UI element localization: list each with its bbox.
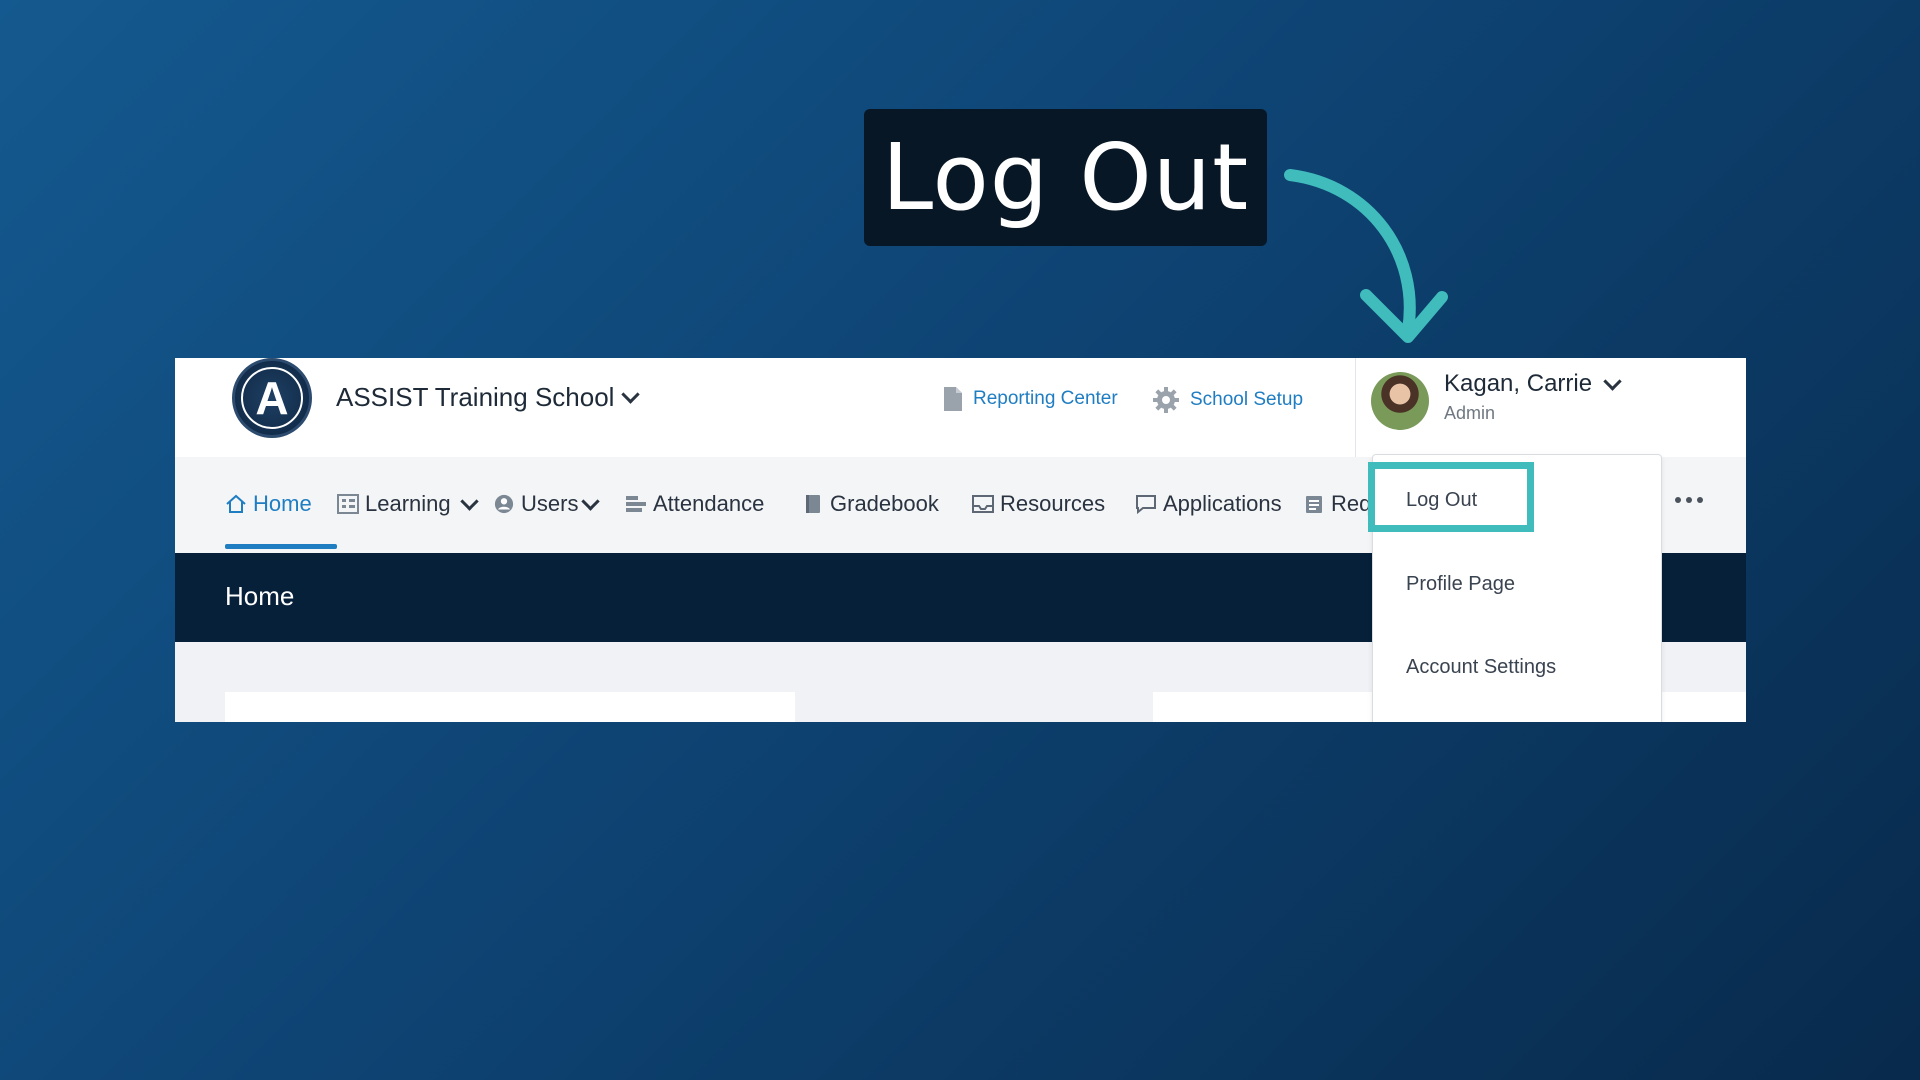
- log-out-highlight: [1368, 462, 1534, 532]
- nav-gradebook[interactable]: Gradebook: [802, 491, 939, 517]
- school-setup-link[interactable]: School Setup: [1152, 386, 1303, 414]
- school-switcher[interactable]: ASSIST Training School: [336, 382, 641, 413]
- avatar[interactable]: [1371, 372, 1429, 430]
- user-circle-icon: [494, 494, 514, 514]
- nav-gradebook-label: Gradebook: [830, 491, 939, 516]
- user-name: Kagan, Carrie: [1444, 370, 1593, 397]
- nav-resources-label: Resources: [1000, 491, 1106, 516]
- home-icon: [226, 494, 246, 513]
- inbox-icon: [972, 495, 994, 513]
- nav-requests[interactable]: Req: [1303, 491, 1371, 517]
- nav-home-label: Home: [253, 491, 312, 516]
- user-role: Admin: [1444, 403, 1496, 423]
- chevron-down-icon: [459, 491, 479, 511]
- nav-users-label: Users: [521, 491, 579, 516]
- more-horizontal-icon[interactable]: [1675, 497, 1703, 503]
- chevron-down-icon: [1603, 371, 1622, 391]
- nav-home[interactable]: Home: [225, 491, 312, 517]
- nav-applications[interactable]: Applications: [1135, 491, 1282, 517]
- dashboard-card: [225, 692, 795, 722]
- app-window: A ASSIST Training School Reporting Cente…: [175, 358, 1746, 722]
- nav-learning-label: Learning: [365, 491, 451, 516]
- nav-learning[interactable]: Learning: [337, 491, 479, 517]
- nav-users[interactable]: Users: [493, 491, 601, 517]
- chevron-down-icon: [581, 491, 601, 511]
- nav-attendance-label: Attendance: [653, 491, 765, 516]
- callout-label: Log Out: [864, 109, 1267, 246]
- page-title: Home: [225, 581, 295, 611]
- nav-attendance[interactable]: Attendance: [625, 491, 764, 517]
- grid-icon: [337, 494, 359, 514]
- top-header: A ASSIST Training School Reporting Cente…: [175, 358, 1746, 457]
- active-tab-indicator: [225, 544, 337, 549]
- header-divider: [1355, 358, 1356, 457]
- reporting-center-label: Reporting Center: [973, 388, 1118, 409]
- clipboard-icon: [1306, 496, 1322, 513]
- menu-item-profile-page[interactable]: Profile Page: [1406, 573, 1515, 596]
- user-menu-toggle[interactable]: Kagan, Carrie: [1444, 370, 1622, 398]
- document-icon: [944, 387, 962, 411]
- chevron-down-icon: [621, 385, 641, 404]
- gear-icon: [1153, 387, 1179, 413]
- nav-applications-label: Applications: [1163, 491, 1282, 516]
- menu-item-account-settings[interactable]: Account Settings: [1406, 656, 1556, 679]
- nav-resources[interactable]: Resources: [972, 491, 1105, 517]
- callout-title: Log Out: [881, 124, 1250, 231]
- bars-icon: [626, 496, 646, 512]
- book-icon: [806, 495, 820, 513]
- school-setup-label: School Setup: [1190, 389, 1304, 410]
- curved-arrow-icon: [1284, 169, 1448, 343]
- reporting-center-link[interactable]: Reporting Center: [943, 386, 1118, 412]
- chat-icon: [1136, 495, 1156, 514]
- nav-requests-label: Req: [1331, 491, 1372, 516]
- school-name: ASSIST Training School: [336, 382, 615, 412]
- school-logo: A: [232, 358, 312, 438]
